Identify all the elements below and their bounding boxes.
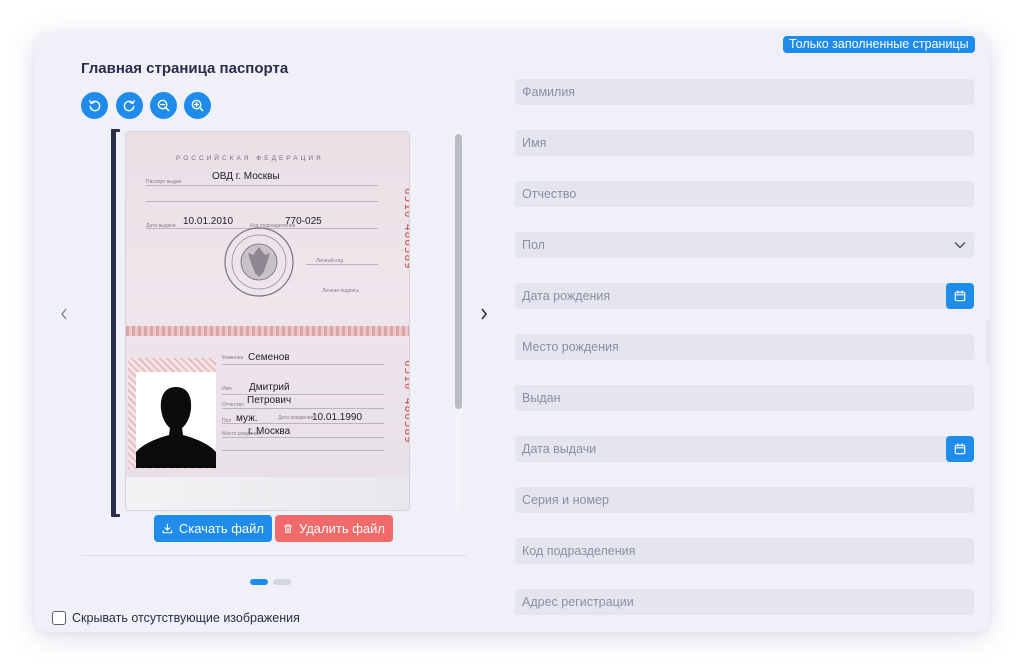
doc-number-top: 486589 [402,224,409,270]
doc-surname-caption: Фамилия [222,355,244,361]
doc-number-bottom: 486589 [402,398,409,444]
prev-page-button[interactable] [56,304,72,324]
issue-date-field[interactable]: Дата выдачи [515,436,974,462]
pagination-dot-active[interactable] [250,579,268,585]
panel-edge [986,320,990,364]
doc-name-caption: Имя [222,386,232,392]
download-file-button[interactable]: Скачать файл [154,515,272,542]
hide-missing-images-label: Скрывать отсутствующие изображения [72,611,300,625]
doc-series-top: 6510 [402,188,409,219]
viewer-bracket-bottom [111,514,120,517]
dept-code-placeholder: Код подразделения [522,544,636,558]
rotate-left-button[interactable] [81,92,108,119]
delete-file-label: Удалить файл [298,521,385,536]
registration-address-field[interactable]: Адрес регистрации [515,589,974,615]
doc-dob-caption: Дата рождения [278,415,314,421]
dept-code-field[interactable]: Код подразделения [515,538,974,564]
filled-pages-only-button[interactable]: Только заполненные страницы [783,36,975,53]
zoom-in-button[interactable] [184,92,211,119]
chevron-right-icon [481,308,488,320]
chevron-down-icon [954,232,966,258]
portrait-silhouette [136,387,216,468]
patronymic-placeholder: Отчество [522,187,577,201]
birth-place-field[interactable]: Место рождения [515,334,974,360]
doc-patronymic: Петрович [247,395,292,406]
name-placeholder: Имя [522,136,547,150]
series-number-placeholder: Серия и номер [522,493,609,507]
divider [81,555,466,556]
doc-dob: 10.01.1990 [312,412,363,423]
rotate-left-icon [89,100,101,112]
viewer-bracket-top [111,129,120,132]
issue-date-placeholder: Дата выдачи [522,442,597,456]
chevron-left-icon [61,308,67,320]
zoom-in-icon [191,99,204,112]
birth-date-placeholder: Дата рождения [522,289,611,303]
rotate-right-button[interactable] [116,92,143,119]
birth-date-field[interactable]: Дата рождения [515,283,974,309]
seal-stamp [224,227,294,297]
trash-icon [283,524,293,533]
viewer-bracket [111,129,116,517]
hide-missing-images-checkbox[interactable] [52,611,66,625]
doc-holder-sign-caption: Личная подпись [322,288,360,294]
zoom-out-button[interactable] [150,92,177,119]
doc-name: Дмитрий [249,382,290,393]
doc-series-bottom: 6510 [402,360,409,391]
doc-fold-strip [126,326,409,336]
series-number-field[interactable]: Серия и номер [515,487,974,513]
birth-place-placeholder: Место рождения [522,340,619,354]
patronymic-field[interactable]: Отчество [515,181,974,207]
issue-date-calendar-button[interactable] [946,436,974,462]
birth-date-calendar-button[interactable] [946,283,974,309]
delete-file-button[interactable]: Удалить файл [275,515,393,542]
doc-pob: г. Москва [248,426,291,437]
sex-placeholder: Пол [522,238,545,252]
passport-image: РОССИЙСКАЯ ФЕДЕРАЦИЯ Паспорт выдан ОВД г… [126,132,409,510]
issued-by-placeholder: Выдан [522,391,561,405]
name-field[interactable]: Имя [515,130,974,156]
pagination-dot[interactable] [273,579,291,585]
doc-surname: Семенов [248,352,290,363]
zoom-out-icon [157,99,170,112]
doc-issued-by: ОВД г. Москвы [212,171,280,182]
doc-country: РОССИЙСКАЯ ФЕДЕРАЦИЯ [176,155,324,162]
document-viewer[interactable]: РОССИЙСКАЯ ФЕДЕРАЦИЯ Паспорт выдан ОВД г… [111,129,467,519]
download-icon [162,523,173,534]
sex-select[interactable]: Пол [515,232,974,258]
issued-by-field[interactable]: Выдан [515,385,974,411]
registration-address-placeholder: Адрес регистрации [522,595,634,609]
calendar-icon [954,443,966,455]
calendar-icon [954,290,966,302]
hide-missing-images-toggle[interactable]: Скрывать отсутствующие изображения [52,611,300,625]
page-title: Главная страница паспорта [81,60,289,77]
rotate-right-icon [123,100,135,112]
doc-bottom-edge [126,477,409,510]
surname-placeholder: Фамилия [522,85,576,99]
viewer-scrollbar-thumb[interactable] [455,134,462,409]
download-file-label: Скачать файл [178,521,264,536]
next-page-button[interactable] [476,304,492,324]
surname-field[interactable]: Фамилия [515,79,974,105]
